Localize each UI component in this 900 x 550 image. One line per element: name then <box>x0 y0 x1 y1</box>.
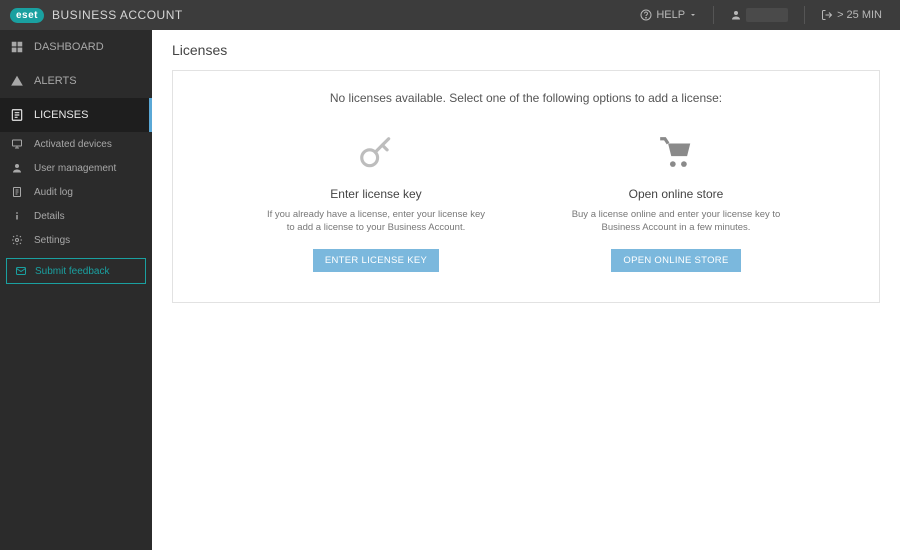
logout-icon <box>821 9 833 21</box>
submit-feedback-button[interactable]: Submit feedback <box>6 258 146 284</box>
session-timeout[interactable]: > 25 MIN <box>813 0 890 30</box>
user-menu[interactable] <box>722 0 796 30</box>
option-open-online-store: Open online store Buy a license online a… <box>566 133 786 272</box>
sidebar: DASHBOARD ALERTS LICENSES Activated devi… <box>0 30 152 550</box>
brand-block: eset BUSINESS ACCOUNT <box>0 8 183 23</box>
licenses-card: No licenses available. Select one of the… <box>172 70 880 303</box>
sidebar-item-details[interactable]: Details <box>0 204 152 228</box>
monitor-icon <box>10 138 24 150</box>
feedback-label: Submit feedback <box>35 266 110 277</box>
sidebar-item-activated-devices[interactable]: Activated devices <box>0 132 152 156</box>
info-icon <box>10 210 24 222</box>
sidebar-item-label: Audit log <box>34 187 73 198</box>
enter-license-key-button[interactable]: ENTER LICENSE KEY <box>313 249 439 272</box>
sidebar-item-label: Activated devices <box>34 139 112 150</box>
sidebar-item-label: Settings <box>34 235 70 246</box>
sidebar-item-alerts[interactable]: ALERTS <box>0 64 152 98</box>
page-title: Licenses <box>172 42 880 58</box>
option-title: Enter license key <box>330 187 421 201</box>
gear-icon <box>10 234 24 246</box>
sidebar-item-dashboard[interactable]: DASHBOARD <box>0 30 152 64</box>
app-header: eset BUSINESS ACCOUNT HELP > 25 MIN <box>0 0 900 30</box>
sidebar-item-label: User management <box>34 163 116 174</box>
feedback-icon <box>15 265 27 277</box>
brand-title: BUSINESS ACCOUNT <box>52 8 183 22</box>
option-title: Open online store <box>629 187 724 201</box>
timeout-label: > 25 MIN <box>837 9 882 21</box>
document-icon <box>10 186 24 198</box>
user-icon <box>730 9 742 21</box>
separator <box>804 6 805 24</box>
chevron-down-icon <box>689 11 697 19</box>
help-icon <box>640 9 652 21</box>
dashboard-icon <box>10 40 24 54</box>
licenses-intro-text: No licenses available. Select one of the… <box>183 91 869 105</box>
option-description: If you already have a license, enter you… <box>266 209 486 235</box>
sidebar-item-licenses[interactable]: LICENSES <box>0 98 152 132</box>
sidebar-item-label: LICENSES <box>34 109 88 121</box>
sidebar-item-label: Details <box>34 211 65 222</box>
header-right: HELP > 25 MIN <box>632 0 900 30</box>
license-options: Enter license key If you already have a … <box>183 133 869 272</box>
cart-icon <box>656 133 696 173</box>
alert-icon <box>10 74 24 88</box>
user-name-placeholder <box>746 8 788 22</box>
open-online-store-button[interactable]: OPEN ONLINE STORE <box>611 249 740 272</box>
eset-logo: eset <box>10 8 44 23</box>
help-label: HELP <box>656 9 685 21</box>
help-menu[interactable]: HELP <box>632 0 705 30</box>
option-description: Buy a license online and enter your lice… <box>566 209 786 235</box>
option-enter-license-key: Enter license key If you already have a … <box>266 133 486 272</box>
sidebar-item-audit-log[interactable]: Audit log <box>0 180 152 204</box>
sidebar-item-label: ALERTS <box>34 75 77 87</box>
license-icon <box>10 108 24 122</box>
user-icon <box>10 162 24 174</box>
sidebar-item-label: DASHBOARD <box>34 41 104 53</box>
sidebar-item-settings[interactable]: Settings <box>0 228 152 252</box>
separator <box>713 6 714 24</box>
main-content: Licenses No licenses available. Select o… <box>152 30 900 550</box>
key-icon <box>356 133 396 173</box>
sidebar-item-user-management[interactable]: User management <box>0 156 152 180</box>
